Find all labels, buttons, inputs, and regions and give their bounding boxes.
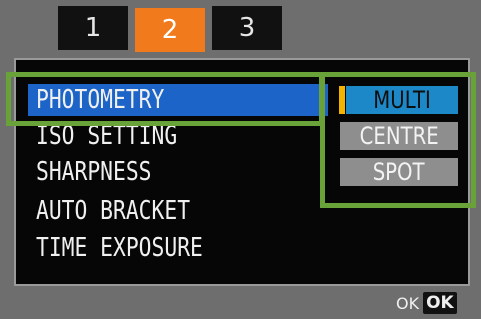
tab-3-label: 3 bbox=[238, 13, 256, 43]
camera-menu-screen: 1 2 3 PHOTOMETRY ISO SETTING SHARPNESS A… bbox=[0, 0, 481, 319]
annotation-frame-menu bbox=[6, 72, 324, 126]
menu-item-time-exposure[interactable]: TIME EXPOSURE bbox=[36, 233, 203, 263]
ok-button-icon: OK bbox=[423, 292, 457, 314]
menu-item-auto-bracket[interactable]: AUTO BRACKET bbox=[36, 196, 190, 226]
tab-3[interactable]: 3 bbox=[212, 6, 282, 50]
tab-1[interactable]: 1 bbox=[58, 6, 128, 50]
footer-hint: OK OK bbox=[396, 292, 457, 314]
tab-1-label: 1 bbox=[84, 13, 102, 43]
annotation-frame-options bbox=[320, 72, 476, 208]
tab-2-label: 2 bbox=[161, 15, 179, 45]
footer-ok-text: OK bbox=[396, 293, 420, 313]
menu-item-sharpness[interactable]: SHARPNESS bbox=[36, 157, 152, 187]
tab-2[interactable]: 2 bbox=[135, 8, 205, 52]
